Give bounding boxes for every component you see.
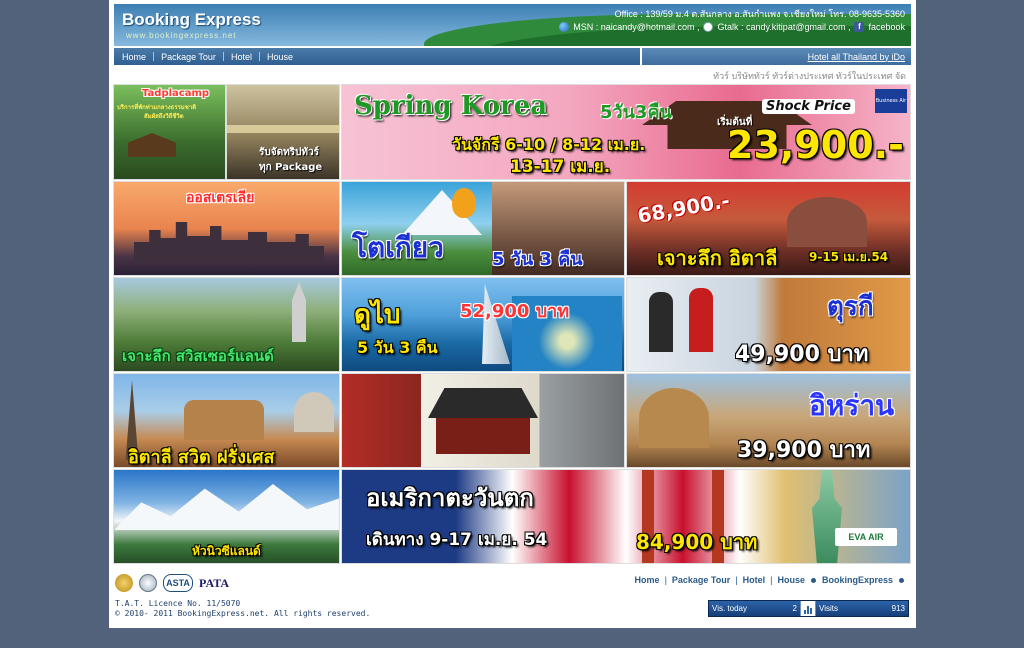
- package-line2: ทุก Package: [259, 162, 323, 173]
- banner-spring-korea[interactable]: Spring Korea 5วัน3คืน Shock Price Busine…: [341, 84, 911, 180]
- dubai-days: 5 วัน 3 คืน: [357, 338, 438, 357]
- bar-chart-icon: [801, 601, 815, 616]
- visitor-counter[interactable]: Vis. today 2 Visits 913: [708, 600, 909, 617]
- tat-logo: [115, 574, 133, 592]
- banner-iran[interactable]: อิหร่าน 39,900 บาท: [626, 373, 911, 468]
- europe-title: อิตาลี สวิต ฝรั่งเศส: [128, 447, 275, 468]
- copyright: © 2010- 2011 BookingExpress.net. All rig…: [115, 609, 371, 618]
- banner-new-zealand[interactable]: หัวนิวซีแลนด์: [113, 469, 340, 564]
- banner-tadplacamp[interactable]: Tadplacamp บริการที่พักท่ามกลางธรรมชาติ …: [113, 84, 226, 180]
- footer-nav-home[interactable]: Home: [635, 575, 660, 585]
- dubai-price: 52,900 บาท: [460, 301, 570, 322]
- banner-italy[interactable]: 68,900.- เจาะลึก อิตาลี 9-15 เม.ย.54: [626, 181, 911, 276]
- visits-today: Vis. today 2: [709, 601, 801, 616]
- footer-nav-house[interactable]: House: [777, 575, 805, 585]
- footer-bullet: [899, 577, 904, 583]
- italy-title: เจาะลึก อิตาลี: [657, 246, 778, 270]
- office-address: Office : 139/59 ม.4 ต.สันกลาง อ.สันกำแพง…: [614, 9, 905, 19]
- dubai-title: ดูไบ: [354, 300, 401, 330]
- italy-dates: 9-15 เม.ย.54: [809, 250, 889, 264]
- visits-total: Visits 913: [815, 601, 908, 616]
- banner-europe[interactable]: อิตาลี สวิต ฝรั่งเศส: [113, 373, 340, 468]
- nav-hotel[interactable]: Hotel: [231, 52, 252, 62]
- footer-bullet: [810, 577, 816, 583]
- swiss-title: เจาะลึก สวิสเซอร์แลนด์: [122, 347, 274, 365]
- banner-tokyo[interactable]: โตเกียว 5 วัน 3 คืน: [341, 181, 625, 276]
- usa-dates: เดินทาง 9-17 เม.ย. 54: [366, 530, 548, 550]
- nav-separator: |: [258, 51, 262, 62]
- asta-logo: ASTA: [163, 574, 193, 592]
- site-logo-title[interactable]: Booking Express: [122, 10, 261, 30]
- footer-nav-package-tour[interactable]: Package Tour: [672, 575, 730, 585]
- site-logo-url: www.bookingexpress.net: [126, 31, 237, 40]
- nav-home[interactable]: Home: [122, 52, 146, 62]
- nz-title: หัวนิวซีแลนด์: [192, 544, 261, 558]
- main-navbar: Home | Package Tour | Hotel | House Hote…: [114, 48, 911, 65]
- tokyo-title: โตเกียว: [352, 231, 444, 264]
- footer-separator: |: [664, 575, 667, 585]
- banner-turkey[interactable]: ตุรกี 49,900 บาท: [626, 277, 911, 372]
- korea-dates-2: 13-17 เม.ย.: [510, 157, 611, 177]
- gtalk-icon: [703, 22, 714, 32]
- footer-nav-bookingexpress[interactable]: BookingExpress: [822, 575, 893, 585]
- korea-price: 23,900.-: [727, 123, 904, 167]
- business-air-logo: Business Air: [875, 89, 907, 113]
- tokyo-days: 5 วัน 3 คืน: [492, 249, 583, 270]
- footer-separator: |: [735, 575, 738, 585]
- page-container: Booking Express www.bookingexpress.net O…: [109, 0, 916, 628]
- nav-menu: Home | Package Tour | Hotel | House: [114, 48, 640, 65]
- usa-title: อเมริกาตะวันตก: [366, 484, 534, 512]
- banner-switzerland[interactable]: เจาะลึก สวิสเซอร์แลนด์: [113, 277, 340, 372]
- eva-air-logo: EVA AIR: [835, 528, 897, 546]
- marquee-text: ทัวร์ บริษัททัวร์ ทัวร์ต่างประเทศ ทัวร์ใ…: [713, 71, 906, 81]
- tadplacamp-line2: สัมผัสถึงวิถีชีวิต: [144, 113, 184, 120]
- nav-separator: |: [152, 51, 156, 62]
- ttaa-logo: [139, 574, 157, 592]
- visits-today-label: Vis. today: [712, 604, 747, 613]
- gtalk-contact: Gtalk : candy.kitipat@gmail.com ,: [717, 22, 851, 32]
- iran-title: อิหร่าน: [809, 389, 895, 422]
- hotel-all-thailand-link[interactable]: Hotel all Thailand by iDo: [808, 52, 905, 62]
- banner-korea-palace[interactable]: [341, 373, 625, 468]
- contact-info: MSN : naicandy@hotmail.com , Gtalk : can…: [559, 22, 905, 32]
- visits-label: Visits: [819, 604, 838, 613]
- nav-package-tour[interactable]: Package Tour: [161, 52, 216, 62]
- footer-separator: |: [770, 575, 773, 585]
- msn-icon: [559, 22, 570, 32]
- facebook-link[interactable]: facebook: [868, 22, 905, 32]
- banner-usa-west[interactable]: อเมริกาตะวันตก เดินทาง 9-17 เม.ย. 54 84,…: [341, 469, 911, 564]
- facebook-icon[interactable]: f: [854, 22, 865, 32]
- nav-house[interactable]: House: [267, 52, 293, 62]
- tadplacamp-title: Tadplacamp: [142, 88, 210, 99]
- site-header: Booking Express www.bookingexpress.net O…: [114, 4, 911, 46]
- nav-separator: |: [221, 51, 225, 62]
- turkey-price: 49,900 บาท: [735, 342, 869, 367]
- tat-licence: T.A.T. Licence No. 11/5070: [115, 599, 241, 608]
- nav-right-panel: Hotel all Thailand by iDo: [640, 48, 911, 65]
- package-line1: รับจัดทริปทัวร์: [259, 147, 319, 158]
- turkey-title: ตุรกี: [827, 292, 874, 322]
- banner-australia[interactable]: ออสเตรเลีย: [113, 181, 340, 276]
- korea-days: 5วัน3คืน: [600, 102, 672, 123]
- visits-value: 913: [891, 604, 905, 613]
- korea-shock-price: Shock Price: [762, 99, 855, 114]
- usa-price: 84,900 บาท: [636, 530, 758, 554]
- korea-title: Spring Korea: [354, 91, 548, 121]
- footer-logos: ASTA PATA: [115, 574, 231, 592]
- pata-logo: PATA: [199, 576, 229, 590]
- footer-nav: Home | Package Tour | Hotel | House Book…: [635, 575, 910, 585]
- msn-contact: MSN : naicandy@hotmail.com ,: [573, 22, 700, 32]
- banner-dubai[interactable]: ดูไบ 52,900 บาท 5 วัน 3 คืน: [341, 277, 625, 372]
- banner-package[interactable]: รับจัดทริปทัวร์ ทุก Package: [226, 84, 340, 180]
- visits-today-value: 2: [792, 604, 797, 613]
- australia-title: ออสเตรเลีย: [186, 190, 255, 206]
- iran-price: 39,900 บาท: [737, 438, 871, 463]
- footer-nav-hotel[interactable]: Hotel: [743, 575, 766, 585]
- italy-price: 68,900.-: [635, 188, 732, 228]
